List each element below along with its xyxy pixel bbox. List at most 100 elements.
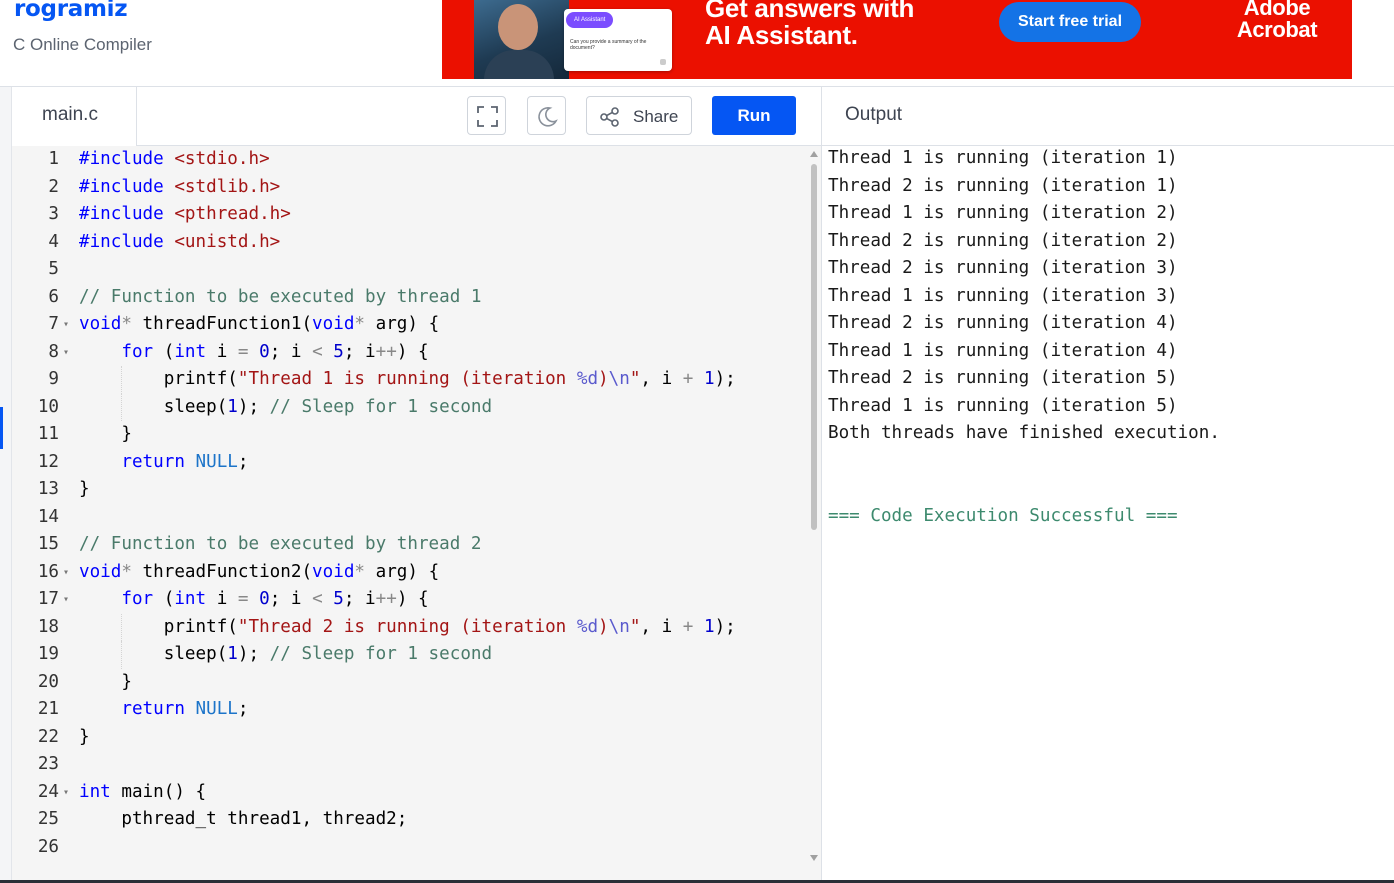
code-line[interactable]: 11 }: [12, 421, 808, 449]
code-token: NULL: [195, 699, 238, 719]
code-line[interactable]: 18 printf("Thread 2 is running (iteratio…: [12, 613, 808, 641]
output-line: Thread 1 is running (iteration 3): [828, 285, 1178, 306]
line-number: 6: [48, 286, 59, 307]
scroll-up-icon[interactable]: [810, 151, 818, 157]
code-line[interactable]: 19 sleep(1); // Sleep for 1 second: [12, 641, 808, 669]
fold-arrow-icon[interactable]: ▾: [63, 559, 69, 587]
output-line: Thread 1 is running (iteration 4): [828, 340, 1178, 361]
active-marker: [0, 407, 3, 449]
fullscreen-icon: [477, 106, 498, 127]
output-line: Thread 2 is running (iteration 5): [828, 368, 1178, 388]
code-line[interactable]: 26: [12, 834, 808, 862]
code-token: =: [237, 341, 249, 362]
code-token: for: [121, 589, 154, 609]
code-line[interactable]: 7 ▾ void* threadFunction1(void* arg) {: [12, 311, 808, 339]
ad-ai-chip: AI Assistant: [566, 12, 614, 28]
code-line[interactable]: 14: [12, 504, 808, 532]
code-token: );: [714, 369, 736, 389]
line-number: 15: [37, 534, 59, 554]
share-button[interactable]: Share: [586, 96, 692, 135]
code-token: *: [354, 561, 366, 582]
code-line[interactable]: 13}: [12, 476, 808, 504]
code-text: return NULL;: [79, 696, 248, 724]
code-token: printf(: [79, 616, 238, 637]
code-text: pthread_t thread1, thread2;: [79, 806, 407, 834]
fullscreen-button[interactable]: [467, 96, 506, 135]
output-line: Thread 1 is running (iteration 5): [828, 395, 1178, 416]
scroll-down-icon[interactable]: [810, 855, 818, 861]
code-token: \n: [608, 616, 630, 637]
line-number: 22: [37, 726, 59, 747]
code-line[interactable]: 5: [12, 256, 808, 284]
code-line[interactable]: 15 // Function to be executed by thread 2: [12, 531, 808, 559]
code-line[interactable]: 10 sleep(1); // Sleep for 1 second: [12, 393, 808, 421]
code-line[interactable]: 6 // Function to be executed by thread 1: [12, 284, 808, 312]
code-line[interactable]: 4 #include <unistd.h>: [12, 229, 808, 257]
code-token: ) {: [396, 589, 429, 609]
code-token: %d: [576, 369, 599, 389]
file-tab-main-c[interactable]: main.c: [12, 87, 137, 146]
code-token: ; i: [343, 589, 376, 609]
code-line[interactable]: 9 printf("Thread 1 is running (iteration…: [12, 366, 808, 394]
code-token: }: [79, 424, 132, 444]
code-text: void* threadFunction2(void* arg) {: [79, 559, 439, 587]
scrollbar-thumb[interactable]: [811, 164, 817, 530]
code-line[interactable]: 20 }: [12, 669, 808, 697]
code-token: *: [354, 314, 366, 334]
line-number: 1: [48, 149, 59, 169]
code-token: // Function to be executed by thread 1: [79, 286, 482, 307]
code-text: #include <unistd.h>: [79, 229, 280, 257]
fold-arrow-icon[interactable]: ▾: [63, 586, 69, 614]
code-editor[interactable]: 1 #include <stdio.h> 2 #include <stdlib.h> 3…: [12, 146, 821, 883]
fold-arrow-icon[interactable]: ▾: [63, 339, 69, 367]
editor-scrollbar[interactable]: [809, 146, 821, 883]
code-line[interactable]: 17 ▾ for (int i = 0; i < 5; i++) {: [12, 586, 808, 614]
code-token: printf(: [79, 369, 238, 389]
code-text: for (int i = 0; i < 5; i++) {: [79, 586, 429, 614]
code-token: ;: [237, 451, 249, 472]
code-line[interactable]: 2 #include <stdlib.h>: [12, 174, 808, 202]
ad-banner[interactable]: AI Assistant Can you provide a summary o…: [442, 0, 1352, 79]
code-line[interactable]: 1 #include <stdio.h>: [12, 146, 808, 174]
code-token: *: [121, 561, 132, 582]
code-token: ) {: [396, 341, 429, 362]
code-line[interactable]: 23: [12, 751, 808, 779]
code-text: // Function to be executed by thread 2: [79, 531, 482, 559]
code-token: (: [153, 589, 175, 609]
code-line[interactable]: 25 pthread_t thread1, thread2;: [12, 806, 808, 834]
share-label: Share: [633, 107, 679, 126]
line-number: 20: [37, 671, 59, 692]
fold-arrow-icon[interactable]: ▾: [63, 779, 69, 807]
site-logo[interactable]: rogramiz: [14, 0, 128, 22]
share-icon: [600, 107, 619, 127]
ad-start-trial-button[interactable]: Start free trial: [999, 2, 1141, 42]
theme-toggle-button[interactable]: [527, 96, 566, 135]
code-token: void: [312, 314, 355, 334]
code-line[interactable]: 22}: [12, 724, 808, 752]
code-line[interactable]: 16 ▾ void* threadFunction2(void* arg) {: [12, 559, 808, 587]
code-token: void: [312, 561, 355, 582]
code-line[interactable]: 8 ▾ for (int i = 0; i < 5; i++) {: [12, 339, 808, 367]
output-title: Output: [845, 104, 903, 125]
code-token: 5: [333, 341, 344, 362]
line-number: 13: [37, 479, 59, 499]
code-token: ": [629, 369, 641, 389]
line-number: 11: [37, 424, 59, 444]
code-token: // Function to be executed by thread 2: [79, 534, 482, 554]
code-line[interactable]: 21 return NULL;: [12, 696, 808, 724]
code-line[interactable]: 3 #include <pthread.h>: [12, 201, 808, 229]
run-button[interactable]: Run: [712, 96, 796, 135]
send-icon: [660, 59, 666, 65]
code-token: 1: [227, 644, 238, 664]
code-line[interactable]: 24 ▾ int main() {: [12, 779, 808, 807]
code-token: (: [153, 341, 175, 362]
fold-arrow-icon[interactable]: ▾: [63, 311, 69, 339]
code-line[interactable]: 12 return NULL;: [12, 449, 808, 477]
code-token: 1: [227, 396, 238, 417]
